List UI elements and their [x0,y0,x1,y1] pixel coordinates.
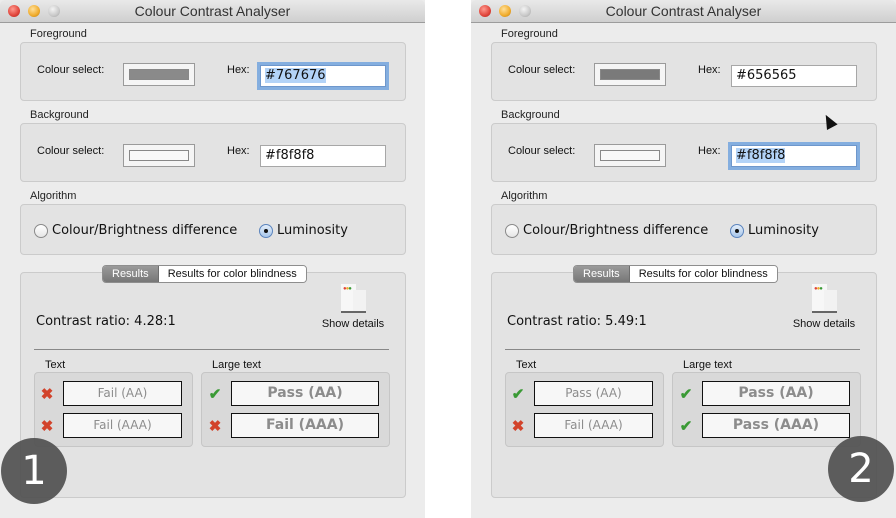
window-details-icon: ●●● [806,284,842,314]
large-aa-result: Pass (AA) [231,381,379,406]
cross-icon: ✖ [40,417,54,435]
tab-color-blindness[interactable]: Results for color blindness [629,266,777,282]
results-tab-bar: Results Results for color blindness [102,265,307,283]
radio-luminosity[interactable]: Luminosity [730,223,819,238]
app-window-2: Colour Contrast Analyser Foreground Colo… [471,0,896,518]
background-hex-label: Hex: [698,145,721,157]
contrast-ratio: Contrast ratio: 5.49:1 [507,314,647,329]
foreground-label: Foreground [501,28,558,40]
large-aaa-result: Fail (AAA) [231,413,379,438]
show-details-button[interactable]: ●●● Show details [318,284,388,330]
radio-label: Colour/Brightness difference [523,223,709,238]
large-text-label: Large text [212,359,261,371]
background-hex-input[interactable]: #f8f8f8 [731,145,857,167]
foreground-colour-swatch[interactable] [123,63,195,86]
window-details-icon: ●●● [335,284,371,314]
results-tab-bar: Results Results for color blindness [573,265,778,283]
large-aa-row: ✔ Pass (AA) [678,381,850,406]
foreground-hex-label: Hex: [698,64,721,76]
radio-colour-brightness[interactable]: Colour/Brightness difference [34,223,237,238]
checkmark-icon: ✔ [679,385,693,403]
radio-label: Luminosity [277,223,348,238]
text-label: Text [516,359,537,371]
text-label: Text [45,359,66,371]
radio-label: Luminosity [748,223,819,238]
text-aaa-result: Fail (AAA) [534,413,653,438]
text-aa-result: Pass (AA) [534,381,653,406]
tab-color-blindness[interactable]: Results for color blindness [158,266,306,282]
large-aa-result: Pass (AA) [702,381,850,406]
divider [34,349,389,350]
foreground-colour-swatch[interactable] [594,63,666,86]
radio-luminosity[interactable]: Luminosity [259,223,348,238]
show-details-label: Show details [321,318,385,330]
title-bar: Colour Contrast Analyser [0,0,425,23]
background-colour-swatch[interactable] [123,144,195,167]
radio-button-icon [730,223,744,238]
cross-icon: ✖ [511,417,525,435]
radio-colour-brightness[interactable]: Colour/Brightness difference [505,223,708,238]
large-text-label: Large text [683,359,732,371]
checkmark-icon: ✔ [679,417,693,435]
algorithm-label: Algorithm [501,190,548,202]
step-number-badge: 2 [828,436,894,502]
cross-icon: ✖ [208,417,222,435]
step-number-badge: 1 [1,438,67,504]
app-window-1: Colour Contrast Analyser Foreground Colo… [0,0,425,518]
text-aaa-row: ✖ Fail (AAA) [39,413,182,438]
checkmark-icon: ✔ [208,385,222,403]
text-aa-row: ✖ Fail (AA) [39,381,182,406]
show-details-button[interactable]: ●●● Show details [789,284,859,330]
cross-icon: ✖ [40,385,54,403]
foreground-label: Foreground [30,28,87,40]
text-aaa-row: ✖ Fail (AAA) [510,413,653,438]
show-details-label: Show details [792,318,856,330]
large-aa-row: ✔ Pass (AA) [207,381,379,406]
radio-button-icon [505,223,519,238]
window-title: Colour Contrast Analyser [134,3,291,19]
large-aaa-row: ✔ Pass (AAA) [678,413,850,438]
background-label: Background [501,109,560,121]
background-colour-swatch[interactable] [594,144,666,167]
contrast-ratio: Contrast ratio: 4.28:1 [36,314,176,329]
background-label: Background [30,109,89,121]
radio-label: Colour/Brightness difference [52,223,238,238]
foreground-hex-input[interactable]: #656565 [731,65,857,87]
large-aaa-row: ✖ Fail (AAA) [207,413,379,438]
background-colour-select-label: Colour select: [37,145,105,157]
title-bar: Colour Contrast Analyser [471,0,896,23]
foreground-hex-label: Hex: [227,64,250,76]
text-aa-result: Fail (AA) [63,381,182,406]
large-aaa-result: Pass (AAA) [702,413,850,438]
foreground-hex-input[interactable]: #767676 [260,65,386,87]
tab-results[interactable]: Results [574,266,630,282]
background-hex-label: Hex: [227,145,250,157]
text-aaa-result: Fail (AAA) [63,413,182,438]
background-hex-input[interactable]: #f8f8f8 [260,145,386,167]
foreground-colour-select-label: Colour select: [37,64,105,76]
tab-results[interactable]: Results [103,266,159,282]
divider [505,349,860,350]
background-colour-select-label: Colour select: [508,145,576,157]
window-title: Colour Contrast Analyser [605,3,762,19]
radio-button-icon [259,223,273,238]
radio-button-icon [34,223,48,238]
algorithm-label: Algorithm [30,190,77,202]
checkmark-icon: ✔ [511,385,525,403]
foreground-colour-select-label: Colour select: [508,64,576,76]
text-aa-row: ✔ Pass (AA) [510,381,653,406]
